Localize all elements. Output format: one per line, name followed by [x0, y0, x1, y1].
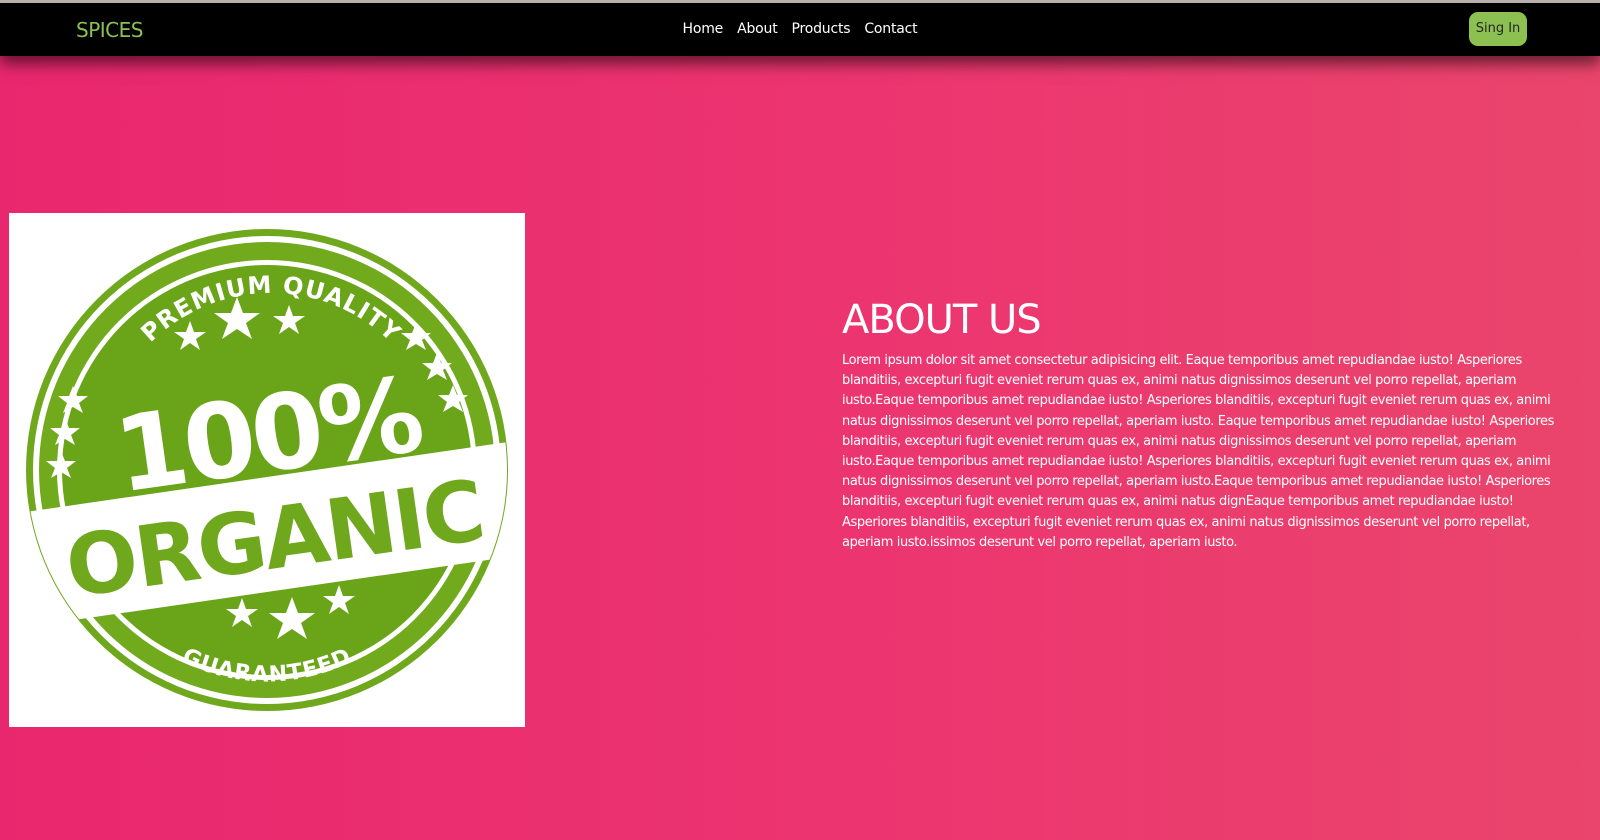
about-section: ABOUT US Lorem ipsum dolor sit amet cons…	[842, 297, 1562, 553]
organic-badge-image: PREMIUM QUALITY GUARANTEED 100% ORGANIC	[9, 213, 525, 727]
organic-badge-graphic: PREMIUM QUALITY GUARANTEED 100% ORGANIC	[26, 229, 508, 711]
nav-products[interactable]: Products	[792, 21, 851, 37]
navbar: SPICES Home About Products Contact Sing …	[0, 0, 1600, 56]
main-nav: Home About Products Contact	[0, 21, 1600, 37]
nav-about[interactable]: About	[737, 21, 778, 37]
nav-contact[interactable]: Contact	[864, 21, 917, 37]
about-body: Lorem ipsum dolor sit amet consectetur a…	[842, 353, 1554, 550]
about-title: ABOUT US	[842, 297, 1042, 343]
sign-in-button[interactable]: Sing In	[1469, 12, 1527, 46]
nav-home[interactable]: Home	[683, 21, 724, 37]
